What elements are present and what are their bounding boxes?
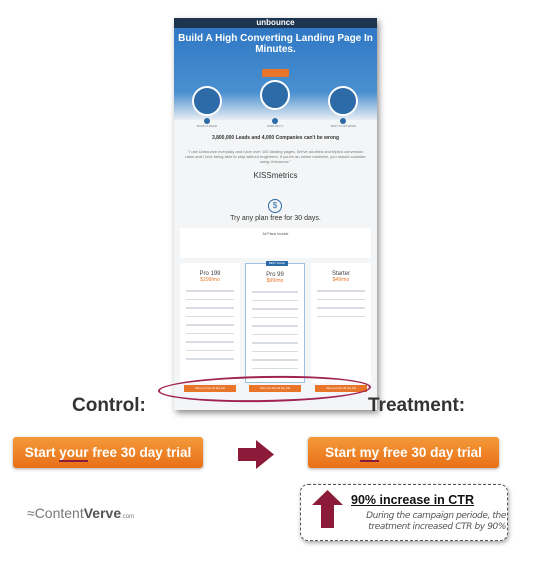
control-label: Control: — [72, 395, 146, 416]
hero-cta-button[interactable] — [261, 69, 290, 77]
control-button[interactable]: Start your free 30 day trial — [13, 437, 203, 468]
tornado-icon: ≈ — [27, 505, 35, 521]
best-value-badge: BEST VALUE — [266, 261, 288, 266]
all-plans-include: All Plans Include — [180, 228, 371, 258]
brand-logo: unbounce — [174, 18, 377, 28]
treatment-button[interactable]: Start my free 30 day trial — [308, 437, 499, 468]
plan-pro-199: Pro 199 $199/mo — [180, 263, 240, 383]
social-proof: 3,800,000 Leads and 4,000 Companies can'… — [211, 135, 340, 141]
publish-icon — [260, 80, 290, 110]
test-icon — [328, 86, 358, 116]
right-arrow-icon — [238, 440, 274, 469]
result-headline: 90% increase in CTR — [351, 493, 474, 507]
result-description: During the campaign periode, the treatme… — [366, 511, 506, 532]
step-label: BUILD A PAGE — [196, 124, 218, 128]
offer-title: Try any plan free for 30 days. — [230, 215, 321, 222]
contentverve-logo: ≈ContentVerve.com — [27, 505, 135, 521]
headline: Build A High Converting Landing Page In … — [178, 33, 373, 55]
treatment-label: Treatment: — [368, 395, 466, 416]
step-label: PUBLISH IT — [266, 124, 284, 128]
dollar-icon: $ — [268, 199, 282, 213]
plan-pro-99: BEST VALUE Pro 99 $99/mo — [245, 261, 305, 383]
build-icon — [192, 86, 222, 116]
landing-page-screenshot: unbounce Build A High Converting Landing… — [174, 18, 377, 410]
testimonial: "I use Unbounce everyday and have over 1… — [185, 149, 366, 164]
step-label: TEST & OPTIMIZE — [330, 124, 356, 128]
kissmetrics-logo: KISSmetrics — [253, 171, 298, 180]
up-arrow-icon — [312, 490, 343, 528]
result-callout: 90% increase in CTR During the campaign … — [300, 484, 508, 541]
plan-starter: Starter $49/mo — [311, 263, 371, 383]
